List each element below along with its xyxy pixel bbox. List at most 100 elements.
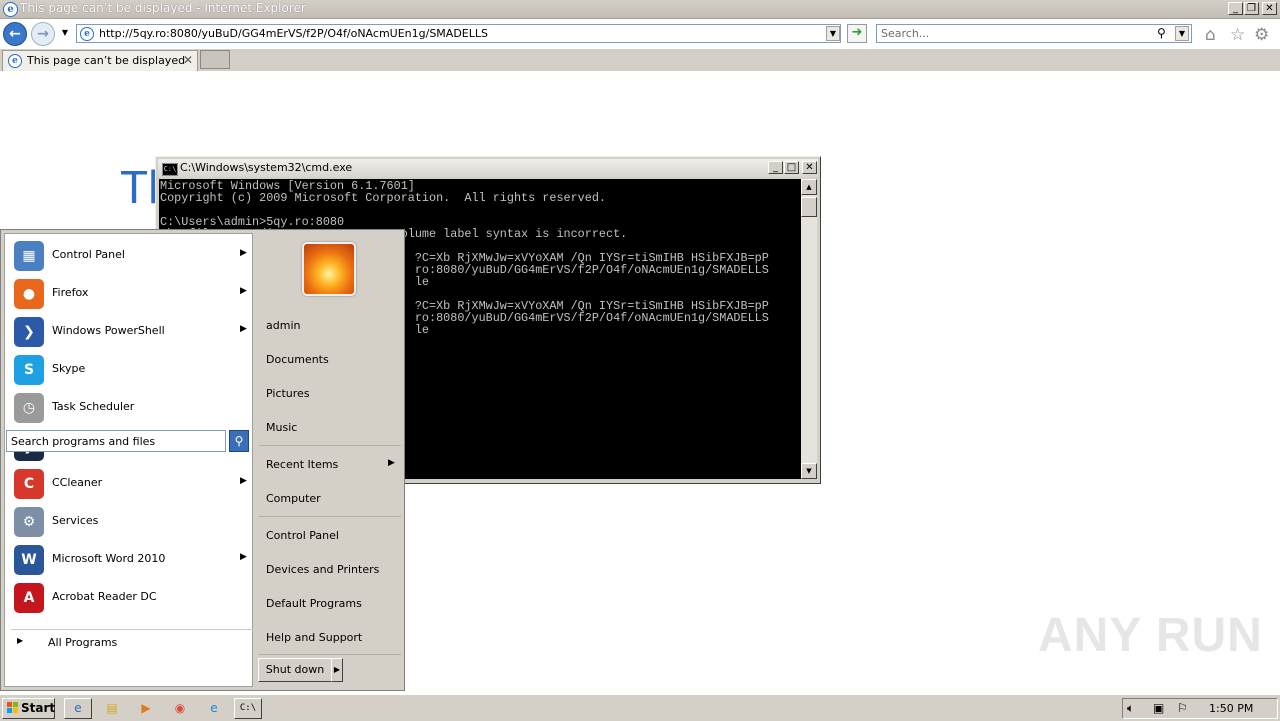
go-button[interactable]: ➜ [847,24,867,43]
system-tray: 🔈︎ ▣ ⚐ 1:50 PM [1122,698,1278,719]
home-icon[interactable]: ⌂ [1205,25,1216,45]
word-icon: W [14,545,44,575]
program-label: Firefox [52,286,89,299]
control-panel-icon: ▦ [14,241,44,271]
scroll-thumb[interactable] [801,197,817,217]
search-programs-icon[interactable]: ⚲ [229,430,249,452]
program-label: Acrobat Reader DC [52,590,157,603]
taskbar-chrome-icon[interactable]: ◉ [166,698,194,719]
scroll-up-button[interactable]: ▲ [801,179,817,195]
new-tab-button[interactable] [200,50,230,69]
right-menu-item[interactable]: Default Programs [259,588,401,618]
right-menu-item[interactable]: admin [259,310,401,340]
program-item[interactable]: ⚙ Services [8,504,252,540]
windows-logo-icon [7,702,18,713]
volume-icon[interactable]: 🔈︎ [1127,701,1134,716]
right-menu-separator [259,445,401,446]
address-dropdown-button[interactable]: ▼ [826,26,840,41]
scroll-down-button[interactable]: ▼ [801,463,817,479]
taskbar-ie-icon[interactable]: e [64,698,92,719]
program-label: Services [52,514,99,527]
cmd-maximize-button[interactable]: □ [784,161,799,174]
start-label: Start [21,701,56,715]
all-programs-button[interactable]: ▶ All Programs [11,632,251,654]
shutdown-button[interactable]: Shut down [258,658,332,682]
right-menu-item[interactable]: Music [259,412,401,442]
right-menu-separator [259,654,401,655]
window-title: This page can’t be displayed - Internet … [20,1,306,15]
shutdown-options-arrow-icon[interactable]: ▶ [331,658,343,682]
search-dropdown-button[interactable]: ▼ [1175,26,1189,41]
right-menu-item[interactable]: Control Panel [259,520,401,550]
right-menu-label: Devices and Printers [266,563,380,576]
search-programs-placeholder: Search programs and files [11,435,156,448]
restore-button[interactable]: ❐ [1244,2,1259,15]
taskbar-cmd-icon[interactable]: C:\ [234,698,262,719]
gear-icon[interactable]: ⚙ [1254,25,1269,45]
forward-button[interactable]: → [31,22,55,46]
close-button[interactable]: ✕ [1262,2,1277,15]
search-box[interactable]: Search... ⚲ ▼ [876,24,1192,43]
program-label: Task Scheduler [52,400,135,413]
search-icon[interactable]: ⚲ [1157,26,1166,40]
program-item[interactable]: ▦ Control Panel ▶ [8,238,252,274]
submenu-arrow-icon: ▶ [240,324,247,334]
task-scheduler-icon: ◷ [14,393,44,423]
cmd-scrollbar[interactable]: ▲ ▼ [801,179,817,479]
taskbar-media-player-icon[interactable]: ▶ [132,698,160,719]
right-menu-item[interactable]: Computer [259,483,401,513]
cmd-title: C:\Windows\system32\cmd.exe [180,161,353,174]
program-item[interactable]: ● Firefox ▶ [8,276,252,312]
cmd-icon: C:\ [162,163,178,176]
right-menu-label: Music [266,421,298,434]
cmd-title-bar[interactable]: C:\ C:\Windows\system32\cmd.exe _ □ ✕ [158,159,818,177]
program-item[interactable]: W Microsoft Word 2010 ▶ [8,542,252,578]
right-menu-label: Pictures [266,387,310,400]
right-menu-item[interactable]: Documents [259,344,401,374]
cmd-minimize-button[interactable]: _ [768,161,783,174]
submenu-arrow-icon: ▶ [388,458,395,468]
right-menu-item[interactable]: Help and Support [259,622,401,652]
program-label: Windows PowerShell [52,324,165,337]
history-dropdown-button[interactable]: ▼ [58,26,72,41]
start-button[interactable]: Start [2,698,55,719]
program-label: CCleaner [52,476,103,489]
minimize-button[interactable]: _ [1228,2,1243,15]
right-menu-item[interactable]: Devices and Printers [259,554,401,584]
acrobat-icon: A [14,583,44,613]
program-item[interactable]: ❯ Windows PowerShell ▶ [8,314,252,350]
all-programs-label: All Programs [48,636,118,649]
user-picture-avatar[interactable] [302,242,356,296]
program-item[interactable]: C CCleaner ▶ [8,466,252,502]
ie-title-bar: e This page can’t be displayed - Interne… [0,0,1280,19]
right-menu-item[interactable]: Recent Items ▶ [259,449,401,479]
action-center-flag-icon[interactable]: ⚐ [1177,701,1188,715]
address-text[interactable]: http://5qy.ro:8080/yuBuD/GG4mErVS/f2P/O4… [99,27,488,40]
right-menu-label: Recent Items [266,458,339,471]
taskbar-edge-icon[interactable]: e [200,698,228,719]
right-menu-label: Computer [266,492,321,505]
back-button[interactable]: ← [3,22,27,46]
search-placeholder: Search... [881,27,930,40]
clock[interactable]: 1:50 PM [1209,702,1253,715]
anyrun-watermark: ANY RUN [1038,609,1263,662]
tab-close-icon[interactable]: ✕ [183,53,193,67]
address-bar[interactable]: e http://5qy.ro:8080/yuBuD/GG4mErVS/f2P/… [76,24,841,43]
program-item[interactable]: ◷ Task Scheduler [8,390,252,426]
program-item[interactable]: A Acrobat Reader DC [8,580,252,616]
submenu-arrow-icon: ▶ [240,248,247,258]
taskbar-explorer-icon[interactable]: ▤ [98,698,126,719]
ie-logo-icon: e [3,2,18,17]
cmd-close-button[interactable]: ✕ [802,161,817,174]
powershell-icon: ❯ [14,317,44,347]
search-programs-input[interactable]: Search programs and files [6,430,226,452]
all-programs-arrow-icon: ▶ [17,636,24,645]
right-menu-label: Default Programs [266,597,362,610]
tab-active[interactable]: e This page can’t be displayed ✕ [2,50,198,71]
program-item[interactable]: S Skype [8,352,252,388]
favorites-star-icon[interactable]: ☆ [1230,25,1245,45]
ccleaner-icon: C [14,469,44,499]
right-menu-item[interactable]: Pictures [259,378,401,408]
network-icon[interactable]: ▣ [1153,701,1164,715]
start-menu-programs-pane: ▦ Control Panel ▶ ● Firefox ▶ ❯ Windows PowerSh… [4,233,253,687]
